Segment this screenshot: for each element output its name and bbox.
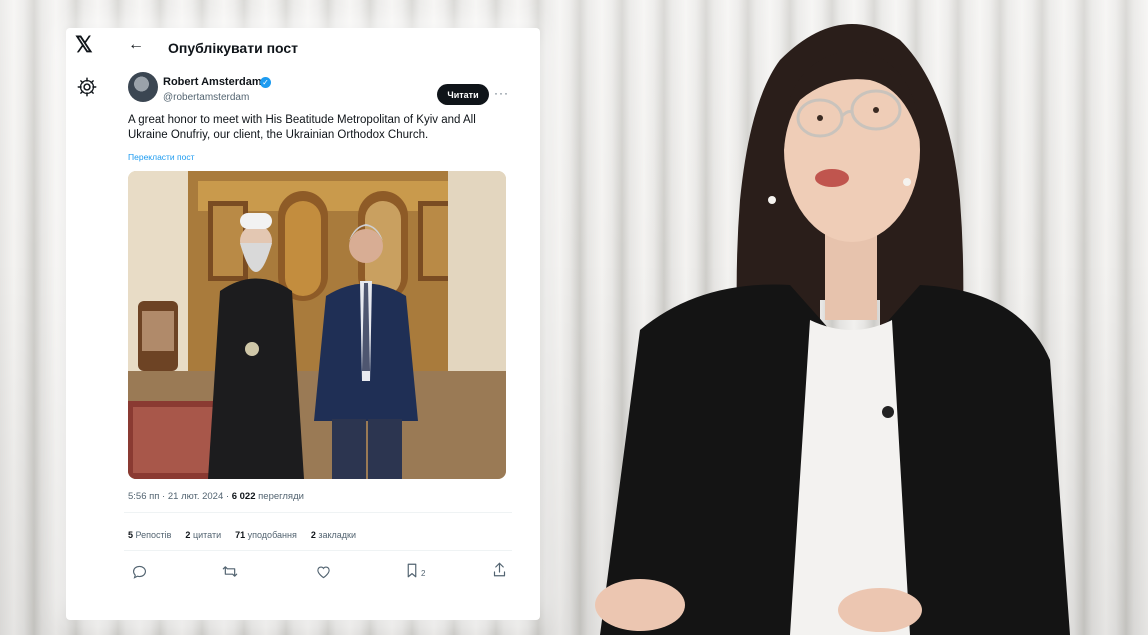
quotes-stat[interactable]: 2 цитати xyxy=(185,530,221,540)
engagement-stats: 5 Репостів 2 цитати 71 уподобання 2 закл… xyxy=(128,530,356,540)
page-title: Опублікувати пост xyxy=(168,40,299,56)
post-date[interactable]: 21 лют. 2024 xyxy=(168,491,223,502)
verified-badge-icon: ✓ xyxy=(260,77,271,88)
gear-icon[interactable] xyxy=(76,76,98,98)
post-photo[interactable] xyxy=(128,171,506,479)
author-handle[interactable]: @robertamsterdam xyxy=(163,92,249,103)
bookmark-icon[interactable] xyxy=(406,563,418,578)
views-count: 6 022 xyxy=(231,491,256,502)
divider xyxy=(124,512,512,513)
share-icon[interactable] xyxy=(493,562,506,577)
meta-separator: · xyxy=(159,491,168,502)
tweet-card: 𝕏 ← Опублікувати пост Robert Amsterdam ✓… xyxy=(66,28,540,620)
back-arrow-icon[interactable]: ← xyxy=(128,36,144,54)
x-logo-icon[interactable]: 𝕏 xyxy=(75,32,93,58)
post-text: A great honor to meet with His Beatitude… xyxy=(128,114,476,141)
action-bar: 2 xyxy=(130,562,510,582)
reposts-stat[interactable]: 5 Репостів xyxy=(128,530,171,540)
avatar[interactable] xyxy=(128,72,158,102)
reply-icon[interactable] xyxy=(132,565,147,579)
author-name[interactable]: Robert Amsterdam xyxy=(163,76,262,88)
divider xyxy=(124,550,512,551)
bookmark-count: 2 xyxy=(421,569,426,578)
more-options-icon[interactable]: ··· xyxy=(494,86,509,100)
presenter-figure xyxy=(595,24,1070,635)
translate-link[interactable]: Перекласти пост xyxy=(128,152,195,162)
post-meta: 5:56 пп · 21 лют. 2024 · 6 022 перегляди xyxy=(128,491,304,502)
follow-button[interactable]: Читати xyxy=(437,84,489,105)
post-time[interactable]: 5:56 пп xyxy=(128,491,159,502)
like-icon[interactable] xyxy=(316,565,331,579)
repost-icon[interactable] xyxy=(222,564,238,579)
bookmarks-stat[interactable]: 2 закладки xyxy=(311,530,356,540)
likes-stat[interactable]: 71 уподобання xyxy=(235,530,297,540)
views-label: перегляди xyxy=(255,491,304,502)
meta-separator: · xyxy=(223,491,232,502)
